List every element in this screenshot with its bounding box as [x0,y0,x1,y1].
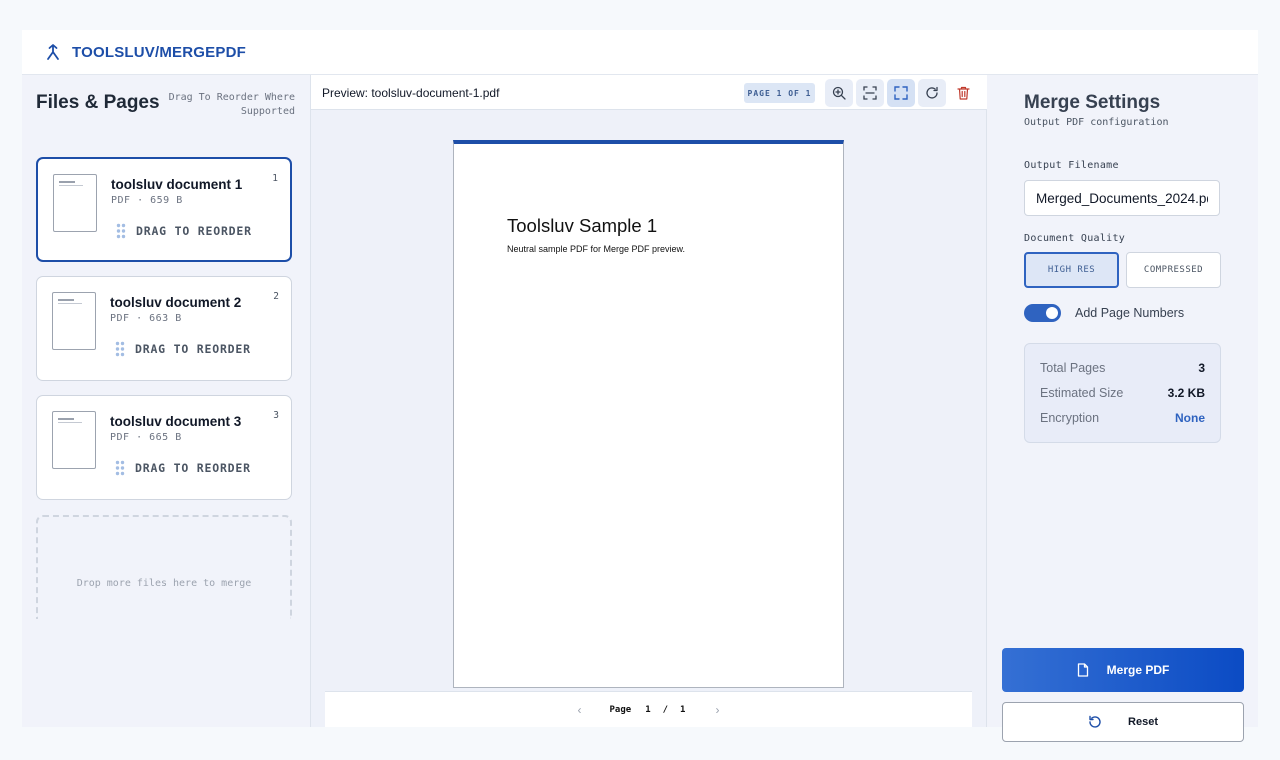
summary-key: Total Pages [1040,361,1106,375]
summary-row: Encryption None [1040,411,1205,425]
file-dropzone[interactable]: Drop more files here to merge [36,515,292,619]
settings-panel: Merge Settings Output PDF configuration … [987,75,1258,742]
file-meta: PDF · 665 B [110,432,182,443]
reset-icon [1088,715,1102,729]
file-meta: PDF · 663 B [110,313,182,324]
file-thumbnail [53,174,97,232]
file-thumbnail [52,411,96,469]
files-panel-title: Files & Pages [36,92,160,113]
reset-label: Reset [1128,716,1158,728]
filename-label: Output Filename [1024,160,1119,171]
merge-summary: Total Pages 3 Estimated Size 3.2 KB Encr… [1024,343,1221,443]
merge-pdf-label: Merge PDF [1106,663,1170,677]
next-page-button[interactable]: › [715,703,719,717]
brand-title[interactable]: TOOLSLUV/MERGEPDF [72,44,246,61]
preview-toolbar: Preview: toolsluv-document-1.pdf PAGE 1 … [311,75,987,110]
summary-value: None [1175,411,1205,425]
page-numbers-label: Add Page Numbers [1075,306,1185,320]
summary-row: Total Pages 3 [1040,361,1205,375]
file-thumbnail [52,292,96,350]
drag-label: DRAG TO REORDER [135,342,251,356]
summary-row: Estimated Size 3.2 KB [1040,386,1205,400]
file-card-1[interactable]: toolsluv document 1 PDF · 659 B 1 DRAG T… [36,157,292,262]
dropzone-text: Drop more files here to merge [76,577,252,589]
quality-compressed-button[interactable]: COMPRESSED [1126,252,1221,288]
total-pages: 1 [680,704,686,715]
page-numbers-toggle[interactable] [1024,304,1061,322]
fullscreen-button[interactable] [887,79,915,107]
quality-label: Document Quality [1024,233,1126,244]
drag-grip-icon [115,341,125,357]
drag-label: DRAG TO REORDER [136,224,252,238]
delete-button[interactable] [949,79,977,107]
pdf-page-preview: Toolsluv Sample 1 Neutral sample PDF for… [453,140,844,688]
fit-width-icon [863,86,877,100]
reset-button[interactable]: Reset [1002,702,1244,742]
pdf-page-subtitle: Neutral sample PDF for Merge PDF preview… [507,244,686,254]
drag-handle[interactable]: DRAG TO REORDER [115,460,251,476]
fullscreen-icon [894,86,908,100]
file-index: 2 [273,291,279,302]
files-panel: Files & Pages Drag To Reorder Where Supp… [22,75,311,727]
prev-page-button[interactable]: ‹ [578,703,582,717]
page-navigator: ‹ Page 1 / 1 › [325,691,972,727]
page-separator: / [662,704,669,715]
pdf-page-title: Toolsluv Sample 1 [507,215,658,236]
fit-width-button[interactable] [856,79,884,107]
file-index: 1 [272,173,278,184]
file-name: toolsluv document 1 [111,177,243,192]
app-window: TOOLSLUV/MERGEPDF Files & Pages Drag To … [22,30,1258,742]
rotate-icon [926,86,938,99]
drag-handle[interactable]: DRAG TO REORDER [116,223,252,239]
summary-key: Estimated Size [1040,386,1124,400]
file-name: toolsluv document 2 [110,295,242,310]
reorder-hint: Drag To Reorder Where Supported [168,92,295,117]
top-bar: TOOLSLUV/MERGEPDF [22,30,1258,75]
rotate-button[interactable] [918,79,946,107]
merge-pdf-button[interactable]: Merge PDF [1002,648,1244,692]
preview-filename: Preview: toolsluv-document-1.pdf [322,86,500,100]
drag-handle[interactable]: DRAG TO REORDER [115,341,251,357]
drag-grip-icon [116,223,126,239]
current-page: 1 [645,704,651,715]
page-word: Page [609,704,632,715]
settings-subtitle: Output PDF configuration [1024,117,1169,128]
settings-title: Merge Settings [1024,92,1161,113]
trash-icon [956,86,970,100]
page-badge: PAGE 1 OF 1 [744,83,815,103]
summary-value: 3.2 KB [1167,386,1205,400]
merge-icon [44,43,62,61]
drag-grip-icon [115,460,125,476]
file-card-3[interactable]: toolsluv document 3 PDF · 665 B 3 DRAG T… [36,395,292,500]
file-index: 3 [273,410,279,421]
zoom-in-button[interactable] [825,79,853,107]
summary-key: Encryption [1040,411,1100,425]
preview-panel: Preview: toolsluv-document-1.pdf PAGE 1 … [311,75,987,727]
output-filename-input[interactable] [1024,180,1220,216]
zoom-in-icon [832,86,846,100]
drag-label: DRAG TO REORDER [135,461,251,475]
quality-high-res-button[interactable]: HIGH RES [1024,252,1119,288]
document-icon [1077,663,1089,677]
summary-value: 3 [1198,361,1205,375]
file-meta: PDF · 659 B [111,195,183,206]
file-card-2[interactable]: toolsluv document 2 PDF · 663 B 2 DRAG T… [36,276,292,381]
file-name: toolsluv document 3 [110,414,242,429]
